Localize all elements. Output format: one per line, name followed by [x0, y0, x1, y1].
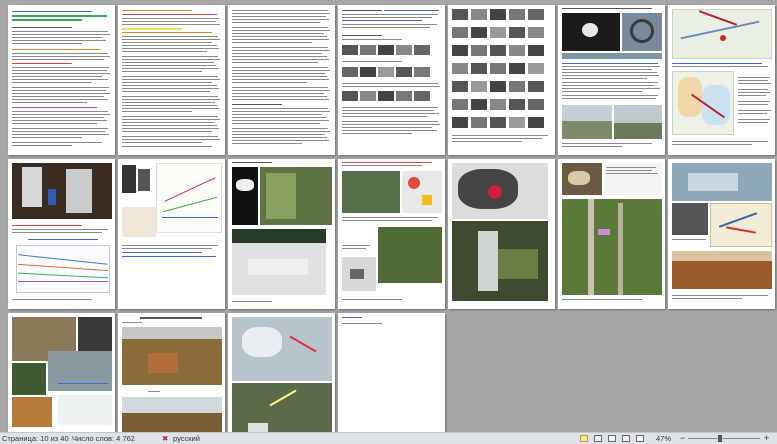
page-thumbnail-16[interactable]: [118, 313, 225, 432]
spellcheck-icon[interactable]: ✖: [162, 433, 168, 444]
page-thumbnail-17[interactable]: [228, 313, 335, 432]
zoom-slider-thumb[interactable]: [718, 435, 722, 442]
page-thumbnail-4[interactable]: [338, 5, 445, 155]
draft-view-icon[interactable]: [636, 435, 644, 442]
page-thumbnail-8[interactable]: [8, 159, 115, 309]
document-viewport[interactable]: [0, 0, 777, 432]
web-layout-icon[interactable]: [608, 435, 616, 442]
page-thumbnail-12[interactable]: [448, 159, 555, 309]
zoom-out-button[interactable]: −: [680, 433, 685, 444]
page-thumbnail-3[interactable]: [228, 5, 335, 155]
page-thumbnail-1[interactable]: [8, 5, 115, 155]
zoom-in-button[interactable]: +: [764, 433, 769, 444]
reading-mode-icon[interactable]: [594, 435, 602, 442]
page-thumbnail-6[interactable]: [558, 5, 665, 155]
language-label[interactable]: русский: [173, 433, 200, 444]
page-thumbnail-15[interactable]: [8, 313, 115, 432]
page-thumbnail-11[interactable]: [338, 159, 445, 309]
status-bar: Страница: 10 из 40 Число слов: 4 762 ✖ р…: [0, 432, 777, 444]
page-thumbnail-7[interactable]: [668, 5, 775, 155]
page-thumbnail-2[interactable]: [118, 5, 225, 155]
page-thumbnail-18[interactable]: [338, 313, 445, 432]
zoom-level-label[interactable]: 47%: [656, 433, 671, 444]
page-count-label[interactable]: Страница: 10 из 40: [2, 433, 69, 444]
page-thumbnail-10[interactable]: [228, 159, 335, 309]
word-count-label[interactable]: Число слов: 4 762: [72, 433, 135, 444]
page-thumbnail-14[interactable]: [668, 159, 775, 309]
page-thumbnail-13[interactable]: [558, 159, 665, 309]
zoom-slider[interactable]: [688, 438, 760, 439]
outline-view-icon[interactable]: [622, 435, 630, 442]
page-thumbnail-5[interactable]: [448, 5, 555, 155]
page-thumbnail-9[interactable]: [118, 159, 225, 309]
print-layout-icon[interactable]: [580, 435, 588, 442]
